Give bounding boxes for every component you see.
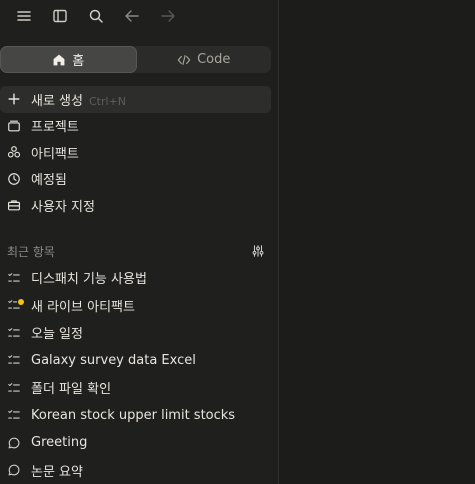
filter-settings-icon[interactable] — [251, 244, 265, 258]
sidebar-toggle-button[interactable] — [42, 5, 78, 27]
list-item[interactable]: 논문 요약 — [0, 457, 271, 484]
list-item[interactable]: Galaxy survey data Excel — [0, 347, 271, 375]
list-item[interactable]: 오늘 일정 — [0, 319, 271, 347]
list-item[interactable]: Korean stock upper limit stocks — [0, 402, 271, 430]
menu-item-label: 예정됨 — [31, 173, 67, 189]
tab-code[interactable]: Code — [137, 46, 272, 73]
chat-bubble-icon — [7, 463, 21, 477]
tab-home[interactable]: 홈 — [0, 46, 137, 73]
plus-icon — [8, 93, 20, 105]
unread-badge — [18, 299, 24, 306]
tab-home-label: 홈 — [72, 54, 85, 69]
search-icon — [89, 9, 103, 23]
arrow-left-icon — [125, 10, 139, 22]
menu-item-scheduled[interactable]: 예정됨 — [0, 166, 271, 193]
recent-title: 최근 항목 — [7, 244, 55, 259]
chat-bubble-icon — [7, 436, 21, 450]
task-list-icon — [7, 326, 21, 340]
menu-item-projects[interactable]: 프로젝트 — [0, 113, 271, 140]
task-list-icon — [7, 353, 21, 367]
task-list-icon — [7, 381, 21, 395]
menu-item-label: 사용자 지정 — [31, 199, 95, 215]
list-item[interactable]: Greeting — [0, 429, 271, 457]
back-button[interactable] — [114, 5, 150, 27]
search-button[interactable] — [78, 5, 114, 27]
mode-switch: 홈 Code — [0, 46, 271, 73]
list-item-label: 디스패치 기능 사용법 — [31, 272, 147, 288]
menu-button[interactable] — [6, 5, 42, 27]
menu-icon — [17, 11, 31, 21]
menu-item-label: 아티팩트 — [31, 146, 79, 162]
new-chat-button[interactable]: 새로 생성 Ctrl+N — [0, 86, 271, 113]
new-chat-label: 새로 생성 — [31, 93, 83, 109]
sidebar-toggle-icon — [53, 9, 67, 23]
list-item-label: Korean stock upper limit stocks — [31, 407, 236, 423]
arrow-right-icon — [161, 10, 175, 22]
list-item[interactable]: 폴더 파일 확인 — [0, 374, 271, 402]
list-item-label: Galaxy survey data Excel — [31, 352, 196, 368]
artifact-icon — [7, 146, 21, 158]
sidebar: 홈 Code 새로 생성 Ctrl+N 프로젝트 아티팩트 예정됨 사용자 지정 — [0, 0, 279, 484]
code-icon — [177, 54, 191, 65]
list-item-label: 폴더 파일 확인 — [31, 382, 112, 398]
menu-item-artifacts[interactable]: 아티팩트 — [0, 139, 271, 166]
toolbar — [6, 5, 186, 27]
list-item[interactable]: 새 라이브 아티팩트 — [0, 292, 271, 320]
home-icon — [53, 54, 65, 65]
menu-item-customize[interactable]: 사용자 지정 — [0, 192, 271, 219]
task-list-icon — [7, 408, 21, 422]
recent-list: 디스패치 기능 사용법 새 라이브 아티팩트 오늘 일정 Galaxy surv… — [0, 264, 271, 484]
folder-icon — [8, 120, 20, 132]
task-list-icon — [7, 271, 21, 285]
list-item-label: 새 라이브 아티팩트 — [31, 299, 135, 315]
list-item-label: 논문 요약 — [31, 464, 83, 480]
forward-button[interactable] — [150, 5, 186, 27]
main-content-area — [280, 0, 475, 484]
tab-code-label: Code — [197, 52, 231, 67]
main-menu: 새로 생성 Ctrl+N 프로젝트 아티팩트 예정됨 사용자 지정 — [0, 86, 271, 219]
list-item[interactable]: 디스패치 기능 사용법 — [0, 264, 271, 292]
new-chat-shortcut: Ctrl+N — [88, 94, 127, 108]
list-item-label: Greeting — [31, 435, 88, 451]
list-item-label: 오늘 일정 — [31, 327, 83, 343]
briefcase-icon — [8, 200, 20, 211]
clock-icon — [8, 172, 20, 185]
task-list-icon — [7, 298, 24, 312]
recent-header: 최근 항목 — [0, 241, 271, 261]
menu-item-label: 프로젝트 — [31, 120, 79, 136]
